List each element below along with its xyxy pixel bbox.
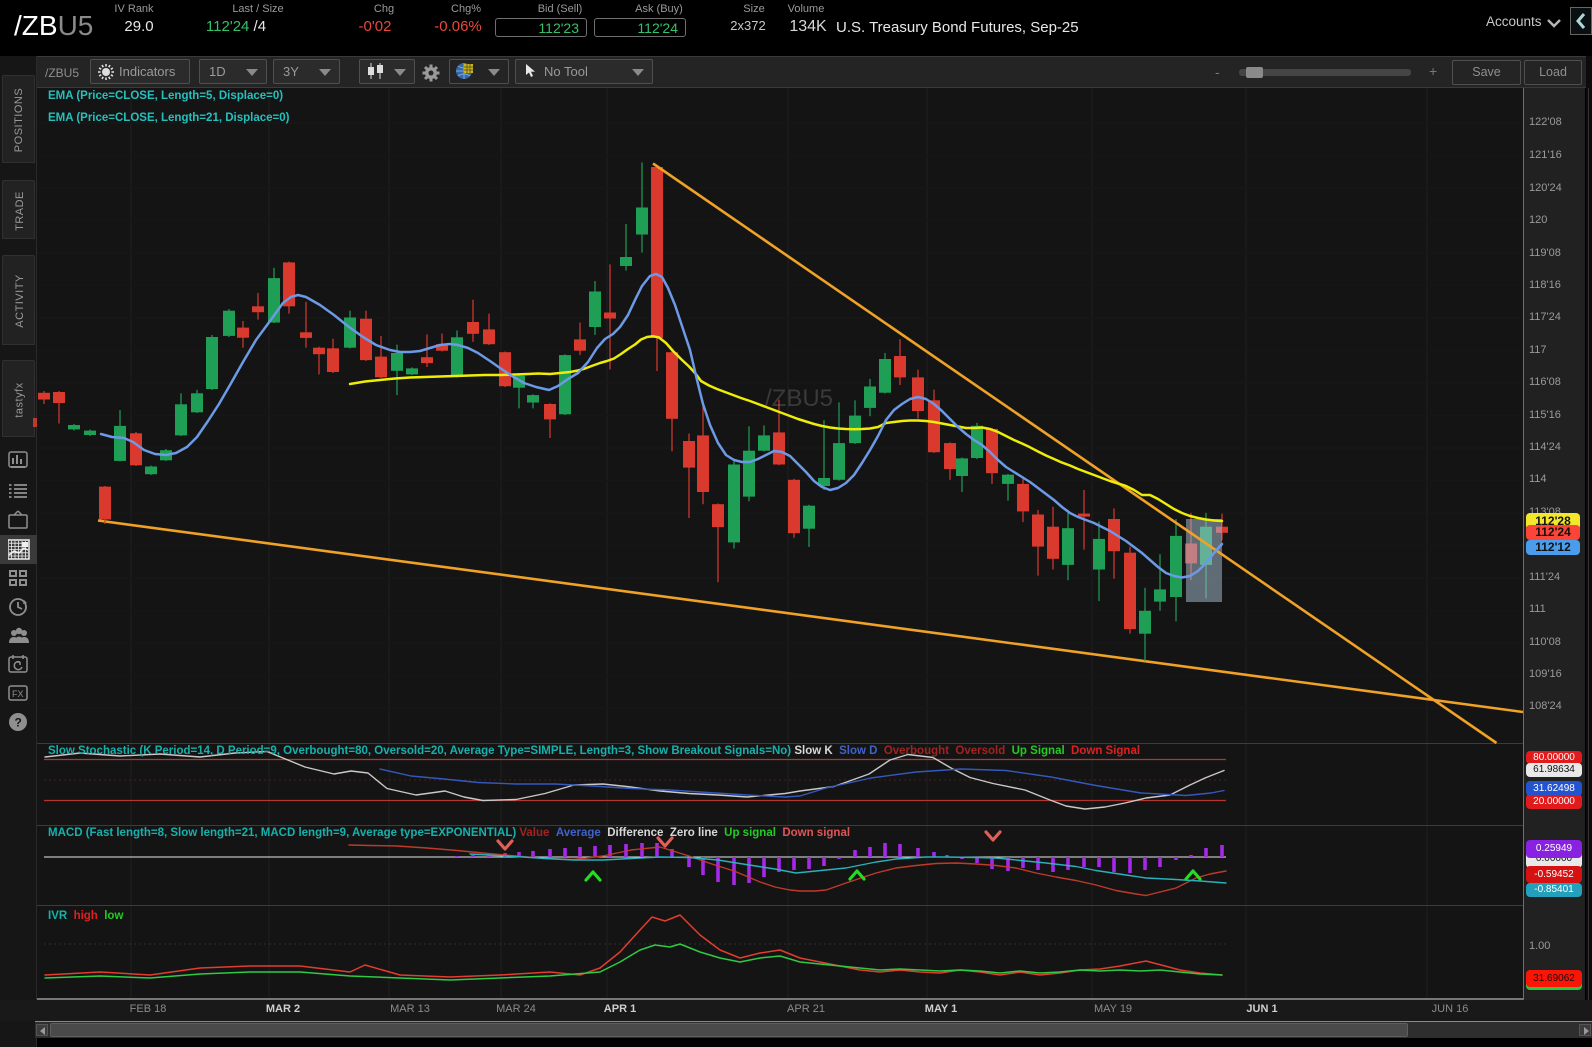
svg-text:FX: FX — [12, 689, 24, 699]
svg-text:?: ? — [15, 716, 22, 730]
svg-text:/ZBU5: /ZBU5 — [765, 385, 833, 412]
